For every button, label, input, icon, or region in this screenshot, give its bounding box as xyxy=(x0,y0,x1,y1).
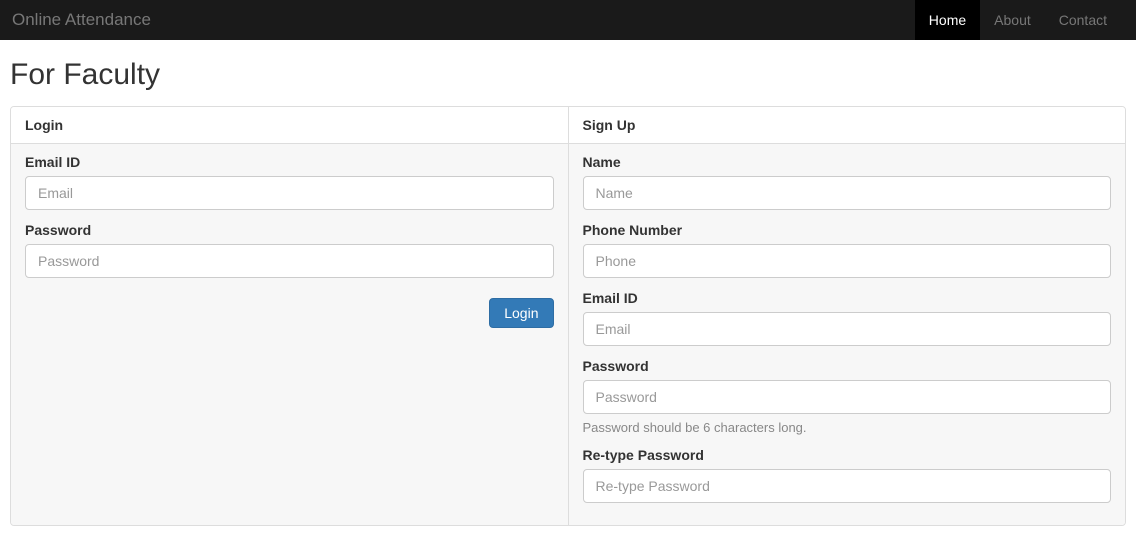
login-button-row: Login xyxy=(25,298,554,328)
signup-repassword-group: Re-type Password xyxy=(583,447,1112,503)
login-password-group: Password xyxy=(25,222,554,278)
signup-name-label: Name xyxy=(583,154,1112,170)
signup-password-label: Password xyxy=(583,358,1112,374)
signup-email-group: Email ID xyxy=(583,290,1112,346)
login-heading: Login xyxy=(11,107,568,144)
signup-repassword-label: Re-type Password xyxy=(583,447,1112,463)
signup-password-group: Password Password should be 6 characters… xyxy=(583,358,1112,435)
login-email-label: Email ID xyxy=(25,154,554,170)
nav-link-about[interactable]: About xyxy=(980,0,1045,40)
panel-row: Login Email ID Password Login Sign Up xyxy=(10,106,1126,526)
login-body: Email ID Password Login xyxy=(11,144,568,338)
signup-password-help: Password should be 6 characters long. xyxy=(583,420,1112,435)
signup-body: Name Phone Number Email ID Password Pass… xyxy=(569,144,1126,525)
signup-repassword-input[interactable] xyxy=(583,469,1112,503)
login-password-input[interactable] xyxy=(25,244,554,278)
login-button[interactable]: Login xyxy=(489,298,553,328)
signup-phone-group: Phone Number xyxy=(583,222,1112,278)
login-password-label: Password xyxy=(25,222,554,238)
signup-panel: Sign Up Name Phone Number Email ID Passw… xyxy=(569,107,1126,525)
main-container: For Faculty Login Email ID Password Logi… xyxy=(0,40,1136,526)
signup-email-input[interactable] xyxy=(583,312,1112,346)
signup-name-input[interactable] xyxy=(583,176,1112,210)
signup-phone-input[interactable] xyxy=(583,244,1112,278)
signup-phone-label: Phone Number xyxy=(583,222,1112,238)
login-email-group: Email ID xyxy=(25,154,554,210)
signup-name-group: Name xyxy=(583,154,1112,210)
login-email-input[interactable] xyxy=(25,176,554,210)
page-title: For Faculty xyxy=(10,58,1126,92)
signup-heading: Sign Up xyxy=(569,107,1126,144)
signup-password-input[interactable] xyxy=(583,380,1112,414)
navbar: Online Attendance Home About Contact xyxy=(0,0,1136,40)
nav-link-home[interactable]: Home xyxy=(915,0,980,40)
navbar-links: Home About Contact xyxy=(915,0,1121,40)
login-panel: Login Email ID Password Login xyxy=(11,107,569,525)
signup-email-label: Email ID xyxy=(583,290,1112,306)
nav-link-contact[interactable]: Contact xyxy=(1045,0,1121,40)
navbar-brand[interactable]: Online Attendance xyxy=(12,0,151,40)
